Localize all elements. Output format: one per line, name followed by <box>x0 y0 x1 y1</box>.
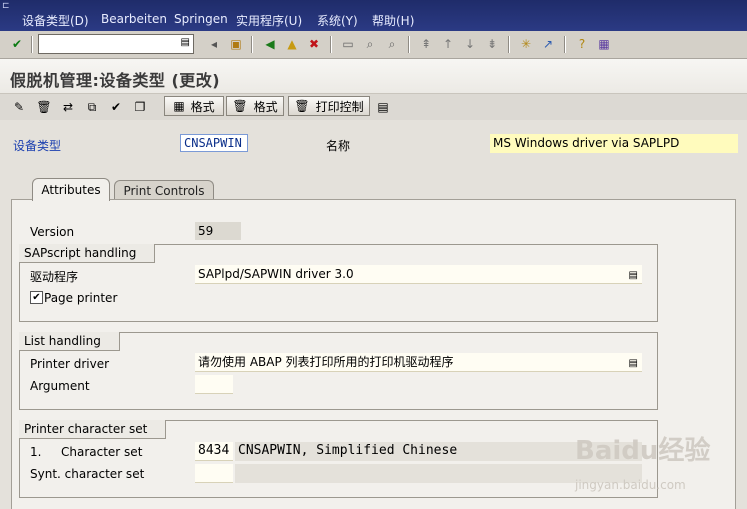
delete-print-control-button[interactable]: 🗑 打印控制 <box>288 96 370 116</box>
menu-device-type[interactable]: 设备类型(D) <box>22 12 89 29</box>
find-icon[interactable]: ⌕ <box>361 35 379 53</box>
name-field[interactable]: MS Windows driver via SAPLPD <box>490 134 738 153</box>
delete-icon[interactable]: 🗑 <box>35 97 53 117</box>
cancel-icon[interactable]: ✖ <box>305 35 323 53</box>
print-icon[interactable]: ▭ <box>339 35 357 53</box>
device-type-label[interactable]: 设备类型 <box>13 137 61 154</box>
menu-utilities[interactable]: 实用程序(U) <box>236 12 302 29</box>
toolbar-separator <box>508 36 510 53</box>
value-help-icon[interactable]: ▤ <box>629 355 638 373</box>
back-icon[interactable]: ◀ <box>261 35 279 53</box>
command-history-icon[interactable]: ▤ <box>181 37 190 48</box>
standard-toolbar: ✔ ▤ ◂ ▣ ◀ ▲ ✖ ▭ ⌕ ⌕ ⇞ ↑ ↓ ⇟ ✳ ↗ ? ▦ <box>0 31 747 59</box>
toolbar-separator <box>564 36 566 53</box>
list-handling-title: List handling <box>19 332 120 351</box>
menu-bar: ⊏ 设备类型(D) Bearbeiten Springen 实用程序(U) 系统… <box>0 0 747 31</box>
table-icon: ▦ <box>173 99 185 113</box>
window-icon[interactable]: ⊏ <box>2 1 14 11</box>
format-button[interactable]: ▦ 格式 <box>164 96 224 116</box>
help-icon[interactable]: ? <box>573 35 591 53</box>
page-printer-checkbox[interactable]: ✔ <box>30 291 43 304</box>
toolbar-separator <box>408 36 410 53</box>
synt-character-set-label: Synt. character set <box>30 467 145 481</box>
documentation-icon[interactable]: ▤ <box>374 97 392 117</box>
save-icon[interactable]: ▣ <box>227 35 245 53</box>
display-change-icon[interactable]: ✎ <box>10 97 28 117</box>
enter-icon[interactable]: ✔ <box>8 35 26 53</box>
driver-label: 驱动程序 <box>30 270 79 284</box>
character-set-label: Character set <box>61 445 143 459</box>
format-button-label: 格式 <box>190 99 215 114</box>
printer-driver-field[interactable]: 请勿使用 ABAP 列表打印所用的打印机驱动程序 ▤ <box>195 353 642 372</box>
first-page-icon[interactable]: ⇞ <box>417 35 435 53</box>
charset-row-number: 1. <box>30 445 42 459</box>
application-toolbar: ✎ 🗑 ⇄ ⧉ ✔ ❐ ▦ 格式 🗑 格式 🗑 打印控制 ▤ <box>0 94 747 120</box>
argument-label: Argument <box>30 379 90 393</box>
delete-print-control-button-label: 打印控制 <box>315 99 364 114</box>
exit-icon[interactable]: ▲ <box>283 35 301 53</box>
version-label: Version <box>30 225 75 239</box>
watermark-brand: Baidu经验 <box>575 436 711 466</box>
printer-character-set-title: Printer character set <box>19 420 167 439</box>
create-session-icon[interactable]: ✳ <box>517 35 535 53</box>
printer-driver-field-value: 请勿使用 ABAP 列表打印所用的打印机驱动程序 <box>198 355 454 369</box>
delete-format-button[interactable]: 🗑 格式 <box>226 96 284 116</box>
page-title: 假脱机管理:设备类型 (更改) <box>10 71 221 90</box>
layout-settings-icon[interactable]: ▦ <box>595 35 613 53</box>
driver-field-value: SAPlpd/SAPWIN driver 3.0 <box>198 267 354 281</box>
toolbar-separator <box>31 36 33 53</box>
tab-attributes[interactable]: Attributes <box>32 178 110 201</box>
printer-driver-label: Printer driver <box>30 357 110 371</box>
command-field[interactable]: ▤ <box>38 34 194 54</box>
collapse-command-icon[interactable]: ◂ <box>205 35 223 53</box>
version-field: 59 <box>195 222 241 240</box>
toolbar-separator <box>330 36 332 53</box>
previous-page-icon[interactable]: ↑ <box>439 35 457 53</box>
title-bar: 假脱机管理:设备类型 (更改) <box>0 59 747 94</box>
trash-icon: 🗑 <box>294 99 310 113</box>
find-next-icon[interactable]: ⌕ <box>383 35 401 53</box>
copy-icon[interactable]: ❐ <box>130 97 150 117</box>
menu-edit[interactable]: Bearbeiten <box>101 12 167 26</box>
delete-format-button-label: 格式 <box>253 99 278 114</box>
shortcut-icon[interactable]: ↗ <box>539 35 557 53</box>
menu-system[interactable]: 系统(Y) <box>317 12 358 29</box>
name-label: 名称 <box>326 139 351 153</box>
character-set-field[interactable]: 8434 <box>195 442 233 461</box>
watermark-url: jingyan.baidu.com <box>575 478 686 492</box>
toolbar-separator <box>251 36 253 53</box>
menu-help[interactable]: 帮助(H) <box>372 12 414 29</box>
last-page-icon[interactable]: ⇟ <box>483 35 501 53</box>
check-icon[interactable]: ✔ <box>106 97 126 117</box>
other-object-icon[interactable]: ⇄ <box>58 97 78 117</box>
device-type-field: CNSAPWIN <box>180 134 248 152</box>
tab-print-controls[interactable]: Print Controls <box>114 180 214 200</box>
argument-field[interactable] <box>195 375 233 394</box>
value-help-icon[interactable]: ▤ <box>629 267 638 285</box>
sapscript-handling-title: SAPscript handling <box>19 244 156 263</box>
next-page-icon[interactable]: ↓ <box>461 35 479 53</box>
page-printer-label: Page printer <box>44 291 118 305</box>
driver-field[interactable]: SAPlpd/SAPWIN driver 3.0 ▤ <box>195 265 642 284</box>
synt-character-set-field[interactable] <box>195 464 233 483</box>
hierarchy-icon[interactable]: ⧉ <box>82 97 102 117</box>
trash-icon: 🗑 <box>232 99 248 113</box>
menu-goto[interactable]: Springen <box>174 12 228 26</box>
